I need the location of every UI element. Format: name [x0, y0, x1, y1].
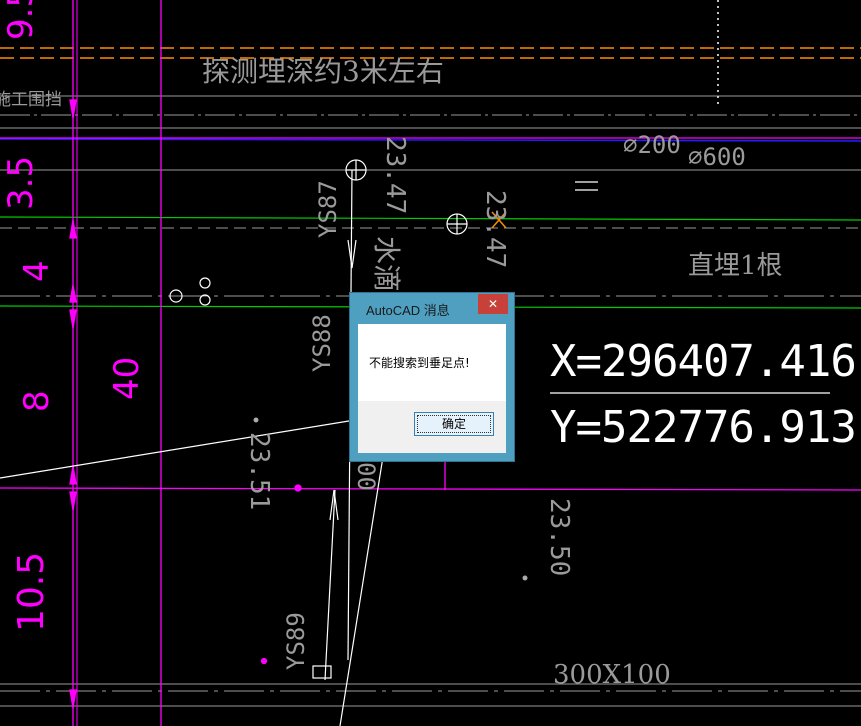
x-coordinate-readout: X=296407.416 — [550, 336, 857, 387]
dialog-message: 不能搜索到垂足点! — [369, 356, 470, 370]
water-label: 水滴 — [370, 236, 403, 293]
elevation-label: 23.47 — [480, 190, 510, 269]
elevation-label: 23.47 — [380, 136, 410, 215]
dialog-body: 不能搜索到垂足点! 确定 — [358, 324, 506, 453]
ok-button[interactable]: 确定 — [414, 412, 494, 436]
dialog-title: AutoCAD 消息 — [366, 303, 450, 318]
close-icon[interactable]: ✕ — [478, 294, 508, 314]
direct-bury-label: 直埋1根 — [688, 251, 783, 281]
dimension-label: 9.5 — [1, 0, 41, 40]
dimension-label: 40 — [107, 356, 147, 400]
blue-line — [0, 138, 861, 142]
autocad-message-dialog[interactable]: AutoCAD 消息 ✕ 不能搜索到垂足点! 确定 — [349, 292, 515, 462]
well-label: YS88 — [308, 314, 336, 372]
pipe-dia-600: ⌀600 — [688, 143, 746, 171]
dimension-label: 10.5 — [11, 551, 52, 632]
elevation-label: 23.50 — [544, 498, 574, 577]
elevation-label: 23.51 — [244, 432, 274, 511]
partial-label: 00 — [352, 462, 380, 491]
dimension-label: 3.5 — [1, 155, 41, 210]
y-coordinate-readout: Y=522776.913 — [550, 402, 857, 453]
fence-label: 施工围挡 — [0, 90, 62, 110]
dialog-footer: 确定 — [358, 401, 506, 453]
dimension-label: 4 — [17, 260, 57, 282]
depth-note: 探测埋深约3米左右 — [202, 55, 444, 88]
well-label: YS89 — [282, 612, 310, 670]
well-label: YS87 — [314, 180, 342, 238]
dimension-label: 8 — [17, 390, 57, 412]
pipe-dia-200: ⌀200 — [623, 131, 681, 159]
dialog-titlebar[interactable]: AutoCAD 消息 ✕ — [350, 293, 514, 323]
duct-size: 300X100 — [553, 660, 671, 690]
